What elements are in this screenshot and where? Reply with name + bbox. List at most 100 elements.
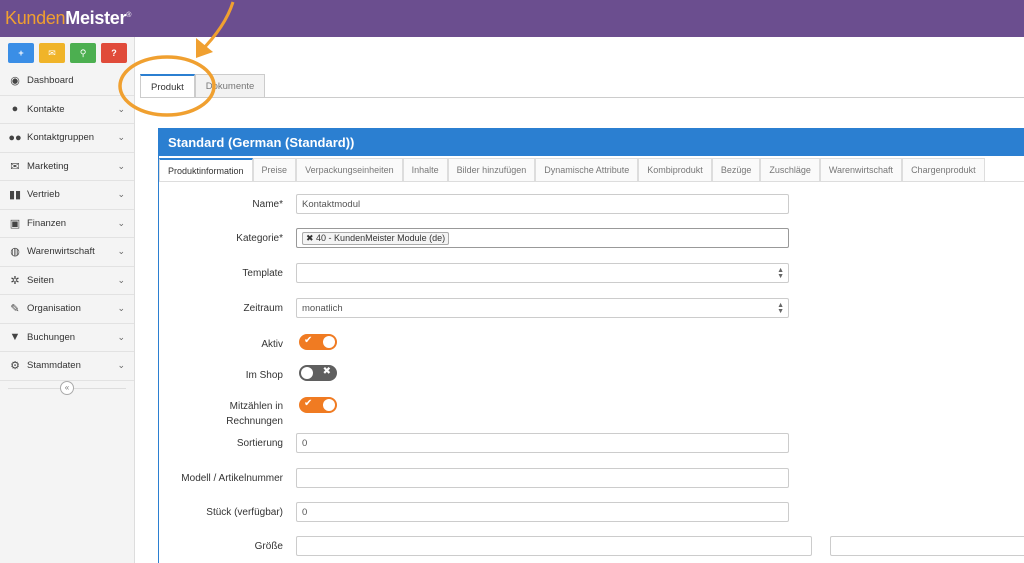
- mitzaehlen-toggle[interactable]: ✔: [299, 397, 337, 413]
- inner-tabs: Produktinformation Preise Verpackungseinhe…: [159, 158, 1024, 182]
- sidebar-nav: ◉ Dashboard ● Kontakte ⌄ ●● Kontaktgruppen ⌄ ✉ Ma…: [0, 67, 134, 381]
- help-icon: ?: [111, 48, 117, 58]
- search-quick-button[interactable]: ⚲: [70, 43, 96, 63]
- sidebar-item-warenwirtschaft[interactable]: ◍ Warenwirtschaft ⌄: [0, 238, 134, 267]
- zeitraum-select[interactable]: monatlich ▲ ▼: [296, 298, 789, 318]
- annotation-arrowhead: [196, 38, 213, 58]
- sidebar-item-label: Kontakte: [27, 103, 65, 115]
- sidebar-item-kontaktgruppen[interactable]: ●● Kontaktgruppen ⌄: [0, 124, 134, 153]
- app-logo[interactable]: KundenMeister®: [5, 8, 131, 29]
- tab-dynamische-attribute[interactable]: Dynamische Attribute: [535, 158, 639, 181]
- kategorie-select[interactable]: ✖ 40 - KundenMeister Module (de): [296, 228, 789, 248]
- sidebar-item-seiten[interactable]: ✲ Seiten ⌄: [0, 267, 134, 295]
- sidebar-item-organisation[interactable]: ✎ Organisation ⌄: [0, 295, 134, 324]
- sidebar-item-marketing[interactable]: ✉ Marketing ⌄: [0, 153, 134, 181]
- chat-icon: ✉: [48, 47, 56, 58]
- sidebar-item-label: Warenwirtschaft: [27, 246, 95, 258]
- modell-input[interactable]: [296, 468, 789, 488]
- zeitraum-label: Zeitraum: [243, 303, 283, 314]
- aktiv-label: Aktiv: [261, 339, 283, 350]
- gears-icon: ⚙: [10, 360, 20, 373]
- product-panel: Standard (German (Standard)) Produktinfo…: [158, 128, 1024, 563]
- sidebar-item-label: Marketing: [27, 160, 69, 172]
- mitzaehlen-label: Mitzählen in Rechnungen: [226, 401, 283, 427]
- chevron-down-icon: ⌄: [117, 189, 125, 199]
- chevron-down-icon: ⌄: [117, 217, 125, 228]
- sidebar-item-label: Buchungen: [27, 331, 76, 343]
- sitemap-icon: ✲: [10, 274, 20, 287]
- sidebar-item-label: Seiten: [27, 274, 54, 286]
- chevron-down-icon: ⌄: [117, 103, 125, 114]
- template-select[interactable]: ▲ ▼: [296, 263, 789, 283]
- sidebar-item-kontakte[interactable]: ● Kontakte ⌄: [0, 96, 134, 124]
- chevron-down-icon: ⌄: [117, 331, 125, 342]
- sidebar-item-finanzen[interactable]: ▣ Finanzen ⌄: [0, 210, 134, 238]
- chevron-down-icon: ⌄: [117, 132, 125, 142]
- name-label: Name*: [252, 199, 283, 210]
- money-icon: ▣: [9, 217, 21, 230]
- sortierung-label: Sortierung: [236, 438, 283, 449]
- tab-verpackungseinheiten[interactable]: Verpackungseinheiten: [296, 158, 403, 181]
- plus-quick-button[interactable]: +: [8, 43, 34, 63]
- tab-bezüge[interactable]: Bezüge: [711, 158, 761, 181]
- sidebar-item-buchungen[interactable]: ▼ Buchungen ⌄: [0, 324, 134, 352]
- outer-tabs: Produkt Dokumente: [140, 74, 266, 98]
- dashboard-icon: ◉: [10, 75, 20, 88]
- user-icon: ●: [11, 103, 19, 116]
- aktiv-toggle[interactable]: ✔: [299, 334, 337, 350]
- groesse-input-1[interactable]: [296, 536, 812, 556]
- search-icon: ⚲: [79, 47, 87, 58]
- tab-warenwirtschaft[interactable]: Warenwirtschaft: [819, 158, 903, 181]
- tab-chargenprodukt[interactable]: Chargenprodukt: [902, 158, 985, 181]
- edit-icon: ✎: [10, 303, 20, 316]
- tab-preise[interactable]: Preise: [252, 158, 297, 181]
- modell-label: Modell / Artikelnummer: [181, 473, 283, 484]
- sidebar-item-dashboard[interactable]: ◉ Dashboard: [0, 67, 134, 96]
- select-arrows-icon: ▲ ▼: [777, 267, 784, 280]
- collapse-sidebar-button[interactable]: «: [60, 381, 74, 395]
- panel-title: Standard (German (Standard)): [159, 128, 1024, 156]
- quick-actions: + ✉ ⚲?: [8, 43, 127, 63]
- tab-inhalte[interactable]: Inhalte: [402, 158, 448, 181]
- template-label: Template: [242, 268, 283, 279]
- sidebar-item-label: Vertrieb: [27, 189, 60, 201]
- sidebar-item-label: Dashboard: [27, 75, 74, 87]
- tab-dokumente[interactable]: Dokumente: [194, 74, 266, 98]
- chevron-down-icon: ⌄: [117, 274, 125, 285]
- users-icon: ●●: [8, 131, 22, 144]
- sidebar-item-vertrieb[interactable]: ▮▮ Vertrieb ⌄: [0, 181, 134, 210]
- tab-bilder-hinzufügen[interactable]: Bilder hinzufügen: [447, 158, 536, 181]
- chat-quick-button[interactable]: ✉: [39, 43, 65, 63]
- stueck-input[interactable]: 0: [296, 502, 789, 522]
- tab-zuschläge[interactable]: Zuschläge: [760, 158, 820, 181]
- sidebar-item-label: Kontaktgruppen: [27, 132, 95, 144]
- imshop-label: Im Shop: [245, 370, 283, 381]
- kategorie-label: Kategorie*: [236, 233, 283, 244]
- stueck-label: Stück (verfügbar): [206, 507, 283, 518]
- groesse-input-2[interactable]: [830, 536, 1024, 556]
- plus-icon: +: [18, 48, 24, 58]
- sidebar-item-label: Finanzen: [27, 217, 67, 229]
- sortierung-input[interactable]: 0: [296, 433, 789, 453]
- bar-chart-icon: ▮▮: [8, 189, 22, 202]
- kategorie-tag[interactable]: ✖ 40 - KundenMeister Module (de): [302, 231, 450, 245]
- tab-produktinformation[interactable]: Produktinformation: [159, 158, 253, 181]
- divider: [140, 97, 1024, 98]
- tab-kombiprodukt[interactable]: Kombiprodukt: [638, 158, 712, 181]
- envelope-icon: ✉: [10, 160, 20, 173]
- sidebar-item-label: Stammdaten: [27, 360, 81, 372]
- x-icon: ✖: [322, 366, 331, 377]
- imshop-toggle[interactable]: ✖: [299, 365, 337, 381]
- help-quick-button[interactable]: ?: [101, 43, 127, 63]
- sidebar-item-label: Organisation: [27, 303, 81, 315]
- sidebar-item-stammdaten[interactable]: ⚙ Stammdaten ⌄: [0, 352, 134, 381]
- chevron-down-icon: ⌄: [117, 246, 125, 256]
- select-arrows-icon: ▲ ▼: [777, 302, 784, 315]
- check-icon: ✔: [304, 335, 313, 346]
- chevron-down-icon: ⌄: [117, 360, 125, 370]
- name-input[interactable]: Kontaktmodul: [296, 194, 789, 214]
- tab-produkt[interactable]: Produkt: [140, 74, 195, 98]
- top-bar: KundenMeister®: [0, 0, 1024, 37]
- globe-icon: ◍: [10, 246, 20, 259]
- chevron-down-icon: ⌄: [117, 303, 125, 313]
